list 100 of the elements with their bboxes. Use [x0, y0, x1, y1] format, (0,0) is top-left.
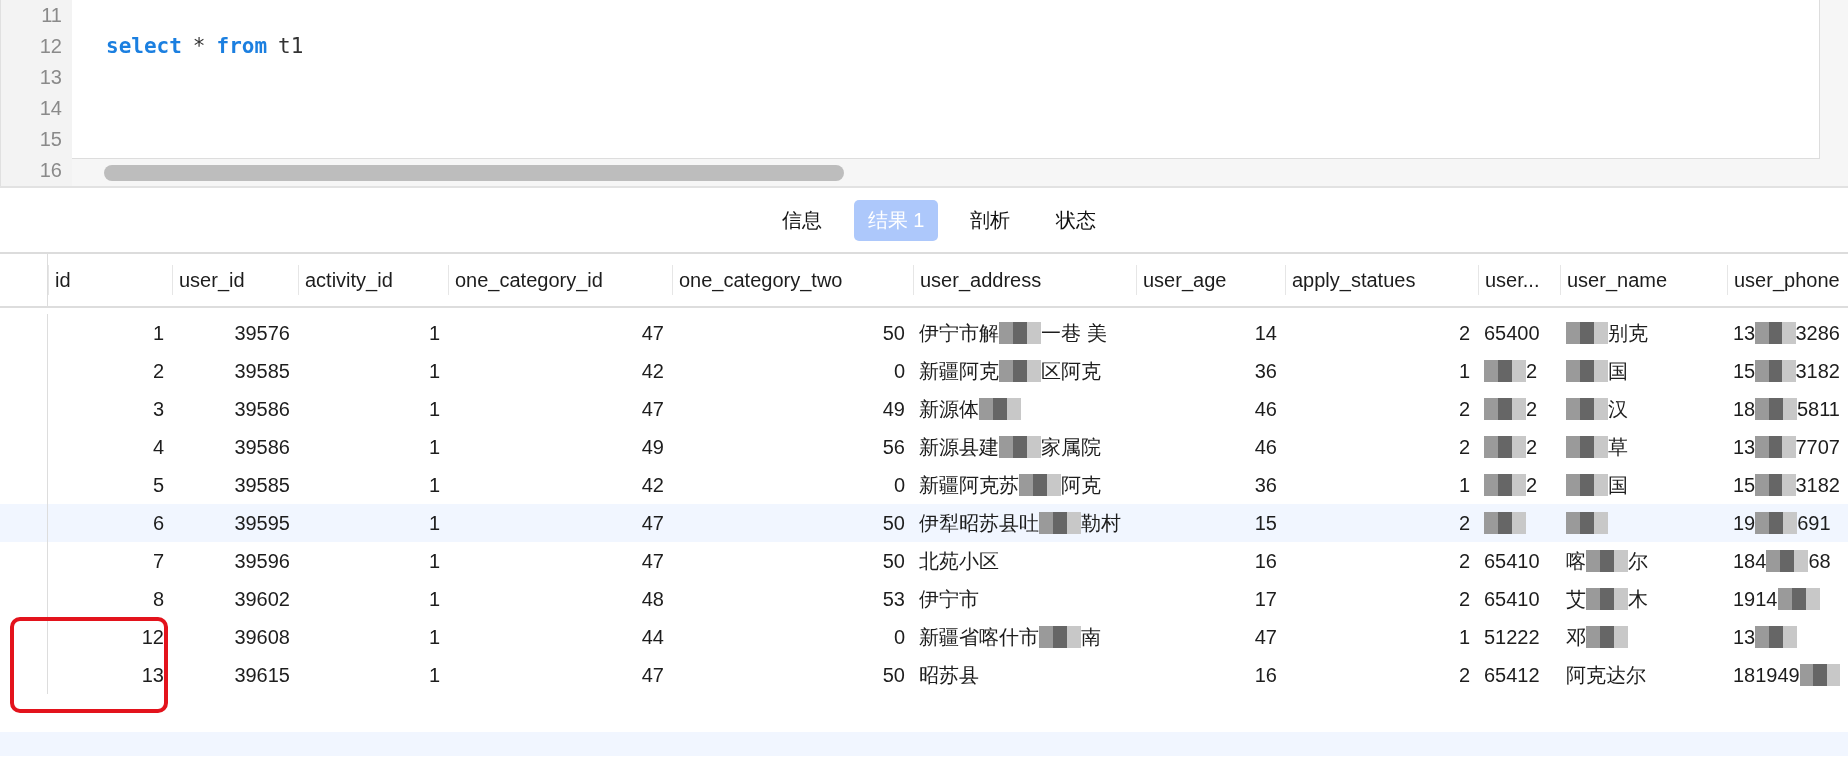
table-cell: 39586 — [234, 397, 290, 421]
table-cell: 50 — [882, 511, 905, 535]
table-cell: 2 — [1458, 587, 1470, 611]
column-header[interactable]: id — [48, 265, 172, 295]
pixelated-patch — [1566, 360, 1608, 382]
column-header[interactable]: user... — [1478, 265, 1560, 295]
table-row[interactable]: 8 39602 1 48 53 伊宁市 17 2 65410 艾 木 1914 — [0, 580, 1848, 618]
column-header[interactable]: one_category_id — [448, 265, 672, 295]
table-cell: 15 — [1733, 359, 1756, 383]
table-cell: 国 — [1608, 359, 1628, 383]
table-cell: 181949 — [1733, 663, 1800, 687]
table-cell: 42 — [641, 359, 664, 383]
table-cell: 邓 — [1566, 625, 1586, 649]
column-header[interactable]: user_phone — [1727, 265, 1848, 295]
column-header[interactable]: user_address — [913, 265, 1136, 295]
pixelated-patch — [1566, 436, 1608, 458]
table-cell: 44 — [641, 625, 664, 649]
table-cell: 39585 — [234, 359, 290, 383]
table-cell: 15 — [1254, 511, 1277, 535]
table-cell: 3182 — [1795, 473, 1840, 497]
result-tab[interactable]: 状态 — [1042, 199, 1111, 241]
pixelated-patch — [1484, 360, 1526, 382]
table-cell: 新疆阿克苏 — [919, 473, 1019, 497]
table-cell: 汉 — [1608, 397, 1628, 421]
table-cell: 新疆阿克 — [919, 359, 999, 383]
horizontal-scrollbar[interactable] — [104, 165, 844, 181]
table-cell: 46 — [1254, 397, 1277, 421]
table-row[interactable]: 12 39608 1 44 0 新疆省喀什市 南 47 1 51222 邓 13 — [0, 618, 1848, 656]
table-cell: 16 — [1254, 549, 1277, 573]
table-cell: 1 — [428, 511, 440, 535]
table-cell: 7 — [152, 549, 164, 573]
table-cell: 1 — [428, 625, 440, 649]
table-cell: 17 — [1254, 587, 1277, 611]
column-header[interactable]: one_category_two — [672, 265, 913, 295]
table-cell: 1 — [428, 321, 440, 345]
table-cell: 1 — [428, 397, 440, 421]
table-cell: 47 — [1254, 625, 1277, 649]
table-cell: 1 — [428, 549, 440, 573]
table-cell: 尔 — [1628, 549, 1648, 573]
table-cell: 50 — [882, 549, 905, 573]
column-header[interactable]: activity_id — [298, 265, 448, 295]
table-cell: 39608 — [234, 625, 290, 649]
code-text: t1 — [278, 33, 304, 60]
line-number: 14 — [39, 96, 63, 121]
line-number: 11 — [41, 3, 63, 28]
table-cell: 49 — [882, 397, 905, 421]
table-row[interactable]: 13 39615 1 47 50 昭苏县 16 2 65412 阿克达尔 181949 — [0, 656, 1848, 694]
table-row[interactable]: 1 39576 1 47 50 伊宁市解 一巷 美 14 2 65400 别克 13 3286 — [0, 314, 1848, 352]
table-cell: 47 — [641, 397, 664, 421]
pixelated-patch — [1039, 626, 1081, 648]
table-cell: 新源县建 — [919, 435, 999, 459]
pixelated-patch — [999, 322, 1041, 344]
pixelated-patch — [1766, 550, 1809, 572]
pixelated-patch — [1755, 626, 1798, 648]
table-row[interactable]: 4 39586 1 49 56 新源县建 家属院 46 2 2 草 13 7707 — [0, 428, 1848, 466]
table-cell: 13 — [1733, 435, 1756, 459]
pixelated-patch — [1755, 322, 1796, 344]
table-cell: 65400 — [1484, 321, 1540, 345]
table-row[interactable]: 3 39586 1 47 49 新源体 46 2 2 汉 18 5811 — [0, 390, 1848, 428]
sql-keyword: select — [106, 33, 182, 60]
column-header[interactable]: user_age — [1136, 265, 1285, 295]
table-row[interactable]: 5 39585 1 42 0 新疆阿克苏 阿克 36 1 2 国 15 3182 — [0, 466, 1848, 504]
table-row[interactable]: 7 39596 1 47 50 北苑小区 16 2 65410 喀 尔 184 68 — [0, 542, 1848, 580]
pixelated-patch — [1586, 588, 1628, 610]
table-cell: 5 — [152, 473, 164, 497]
table-cell: 2 — [1526, 397, 1538, 421]
code-text: * — [192, 33, 206, 60]
table-cell: 新疆省喀什市 — [919, 625, 1039, 649]
pixelated-patch — [1484, 512, 1526, 534]
table-cell: 65410 — [1484, 587, 1540, 611]
table-cell: 2 — [1458, 663, 1470, 687]
table-cell: 3182 — [1795, 359, 1840, 383]
table-cell: 13 — [1733, 321, 1756, 345]
table-cell: 别克 — [1608, 321, 1648, 345]
column-header[interactable]: user_id — [172, 265, 298, 295]
table-cell: 伊宁市解 — [919, 321, 999, 345]
table-cell: 50 — [882, 663, 905, 687]
table-cell: 1 — [152, 321, 164, 345]
pixelated-patch — [999, 436, 1041, 458]
pixelated-patch — [1019, 474, 1061, 496]
pixelated-patch — [1586, 550, 1628, 572]
column-header[interactable]: user_name — [1560, 265, 1727, 295]
table-cell: 8 — [152, 587, 164, 611]
result-tab[interactable]: 信息 — [767, 199, 836, 241]
table-row[interactable]: 2 39585 1 42 0 新疆阿克 区阿克 36 1 2 国 15 3182 — [0, 352, 1848, 390]
result-tab[interactable]: 剖析 — [956, 199, 1025, 241]
table-cell: 2 — [1458, 435, 1470, 459]
table-cell: 喀 — [1566, 549, 1586, 573]
table-cell: 39586 — [234, 435, 290, 459]
table-cell: 39602 — [234, 587, 290, 611]
table-cell: 42 — [641, 473, 664, 497]
table-cell: 1 — [428, 435, 440, 459]
pixelated-patch — [979, 398, 1021, 420]
table-row[interactable]: 6 39595 1 47 50 伊犁昭苏县吐 勒村 15 2 19 691 — [0, 504, 1848, 542]
table-cell: 47 — [641, 321, 664, 345]
column-header[interactable]: apply_statues — [1285, 265, 1478, 295]
table-cell: 新源体 — [919, 397, 979, 421]
table-cell: 2 — [1526, 435, 1538, 459]
table-cell: 家属院 — [1041, 435, 1101, 459]
table-cell: 2 — [1526, 359, 1538, 383]
